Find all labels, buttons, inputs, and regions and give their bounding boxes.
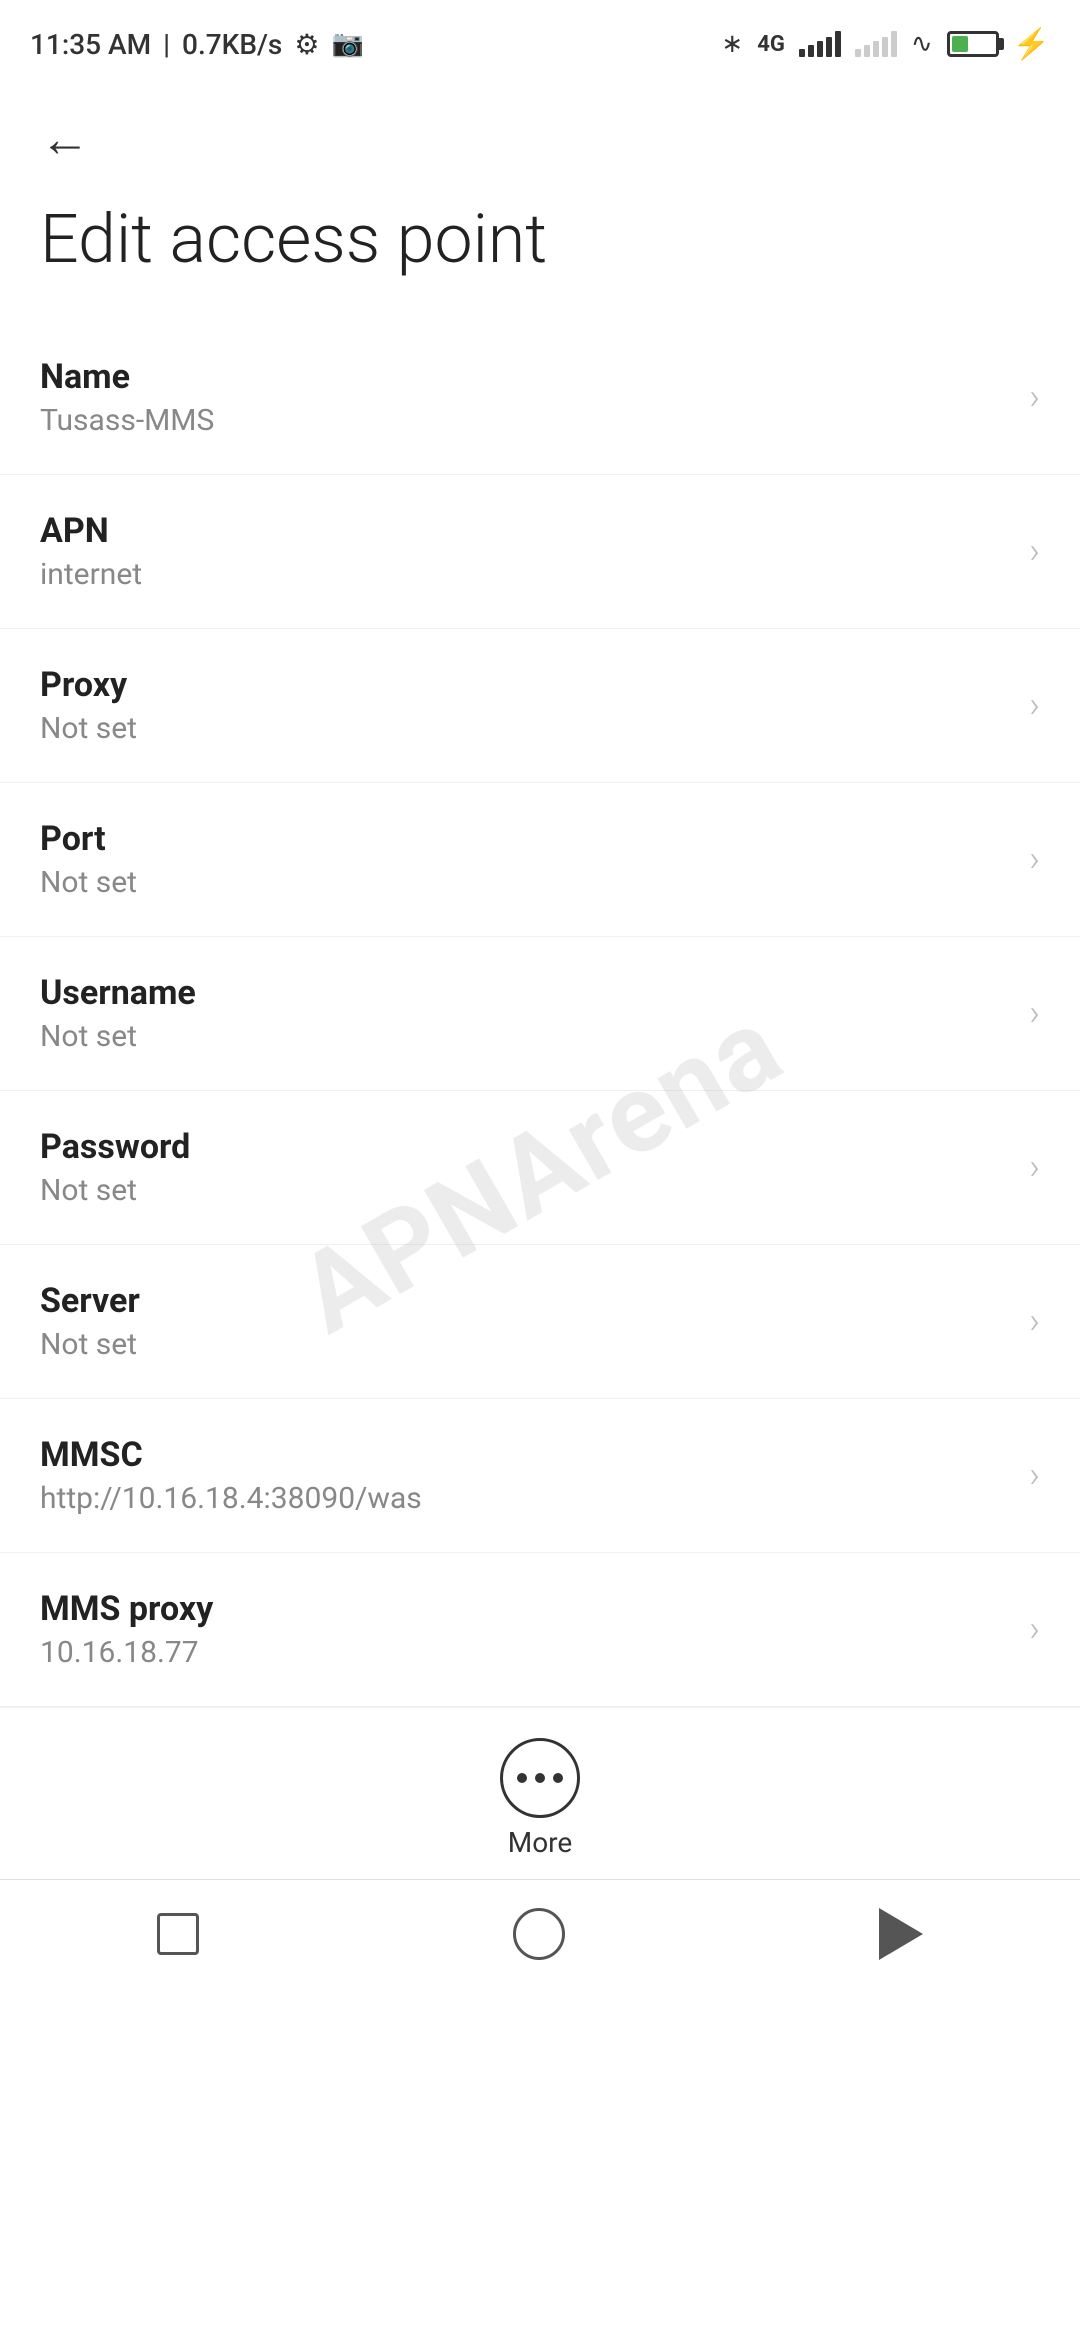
settings-icon: ⚙ (294, 28, 319, 61)
status-right: ∗ 4G ∿ ⚡ (721, 27, 1050, 62)
settings-item-mms-proxy-value: 10.16.18.77 (40, 1635, 1009, 1670)
navigation-bar (0, 1879, 1080, 1999)
signal-bars-1 (799, 31, 841, 57)
settings-item-name-content: Name Tusass-MMS (40, 357, 1009, 438)
chevron-right-icon: › (1029, 1608, 1040, 1650)
time-display: 11:35 AM (30, 28, 151, 61)
chevron-right-icon: › (1029, 530, 1040, 572)
more-label: More (508, 1826, 573, 1859)
nav-recents-button[interactable] (157, 1913, 199, 1955)
more-dot-2 (535, 1773, 545, 1783)
more-dot-1 (517, 1773, 527, 1783)
more-section: More (0, 1707, 1080, 1879)
settings-item-server[interactable]: Server Not set › (0, 1245, 1080, 1399)
more-circle-icon (500, 1738, 580, 1818)
settings-item-apn-value: internet (40, 557, 1009, 592)
settings-item-name-label: Name (40, 357, 1009, 397)
chevron-right-icon: › (1029, 684, 1040, 726)
settings-item-proxy-value: Not set (40, 711, 1009, 746)
signal-bars-2 (855, 31, 897, 57)
settings-item-port[interactable]: Port Not set › (0, 783, 1080, 937)
settings-item-password[interactable]: Password Not set › (0, 1091, 1080, 1245)
settings-item-server-label: Server (40, 1281, 1009, 1321)
video-icon: 📷 (331, 29, 363, 59)
settings-item-proxy-label: Proxy (40, 665, 1009, 705)
more-dot-3 (553, 1773, 563, 1783)
settings-item-apn-label: APN (40, 511, 1009, 551)
chevron-right-icon: › (1029, 992, 1040, 1034)
page-title: Edit access point (0, 179, 1080, 321)
more-dots-icon (517, 1773, 563, 1783)
settings-item-server-content: Server Not set (40, 1281, 1009, 1362)
network-speed-value: 0.7KB/s (182, 28, 282, 61)
wifi-icon: ∿ (911, 29, 933, 59)
recents-icon (157, 1913, 199, 1955)
settings-item-apn-content: APN internet (40, 511, 1009, 592)
settings-item-port-value: Not set (40, 865, 1009, 900)
settings-item-port-content: Port Not set (40, 819, 1009, 900)
settings-item-mmsc-value: http://10.16.18.4:38090/was (40, 1481, 1009, 1516)
settings-item-proxy-content: Proxy Not set (40, 665, 1009, 746)
status-bar: 11:35 AM | 0.7KB/s ⚙ 📷 ∗ 4G ∿ ⚡ (0, 0, 1080, 80)
settings-item-server-value: Not set (40, 1327, 1009, 1362)
status-left: 11:35 AM | 0.7KB/s ⚙ 📷 (30, 28, 364, 61)
settings-item-apn[interactable]: APN internet › (0, 475, 1080, 629)
settings-item-username-label: Username (40, 973, 1009, 1013)
settings-item-mms-proxy-label: MMS proxy (40, 1589, 1009, 1629)
chevron-right-icon: › (1029, 376, 1040, 418)
settings-item-username-content: Username Not set (40, 973, 1009, 1054)
back-arrow-icon: ← (40, 111, 90, 169)
settings-item-mms-proxy[interactable]: MMS proxy 10.16.18.77 › (0, 1553, 1080, 1707)
bluetooth-icon: ∗ (721, 29, 743, 59)
more-button[interactable]: More (500, 1738, 580, 1859)
charging-icon: ⚡ (1013, 27, 1050, 62)
settings-item-port-label: Port (40, 819, 1009, 859)
battery-indicator (947, 31, 999, 57)
settings-item-mmsc-label: MMSC (40, 1435, 1009, 1475)
settings-item-mmsc[interactable]: MMSC http://10.16.18.4:38090/was › (0, 1399, 1080, 1553)
chevron-right-icon: › (1029, 1300, 1040, 1342)
settings-item-password-value: Not set (40, 1173, 1009, 1208)
settings-item-username-value: Not set (40, 1019, 1009, 1054)
settings-item-password-content: Password Not set (40, 1127, 1009, 1208)
home-icon (513, 1908, 565, 1960)
settings-item-username[interactable]: Username Not set › (0, 937, 1080, 1091)
chevron-right-icon: › (1029, 1454, 1040, 1496)
settings-item-proxy[interactable]: Proxy Not set › (0, 629, 1080, 783)
nav-back-button[interactable] (879, 1908, 923, 1960)
nav-home-button[interactable] (513, 1908, 565, 1960)
back-button[interactable]: ← (0, 80, 1080, 179)
settings-item-name[interactable]: Name Tusass-MMS › (0, 321, 1080, 475)
back-nav-icon (879, 1908, 923, 1960)
chevron-right-icon: › (1029, 1146, 1040, 1188)
settings-item-password-label: Password (40, 1127, 1009, 1167)
network-speed: | (163, 28, 170, 61)
settings-item-mmsc-content: MMSC http://10.16.18.4:38090/was (40, 1435, 1009, 1516)
chevron-right-icon: › (1029, 838, 1040, 880)
settings-item-name-value: Tusass-MMS (40, 403, 1009, 438)
network-4g-icon: 4G (757, 32, 785, 57)
settings-item-mms-proxy-content: MMS proxy 10.16.18.77 (40, 1589, 1009, 1670)
settings-list: Name Tusass-MMS › APN internet › Proxy N… (0, 321, 1080, 1707)
